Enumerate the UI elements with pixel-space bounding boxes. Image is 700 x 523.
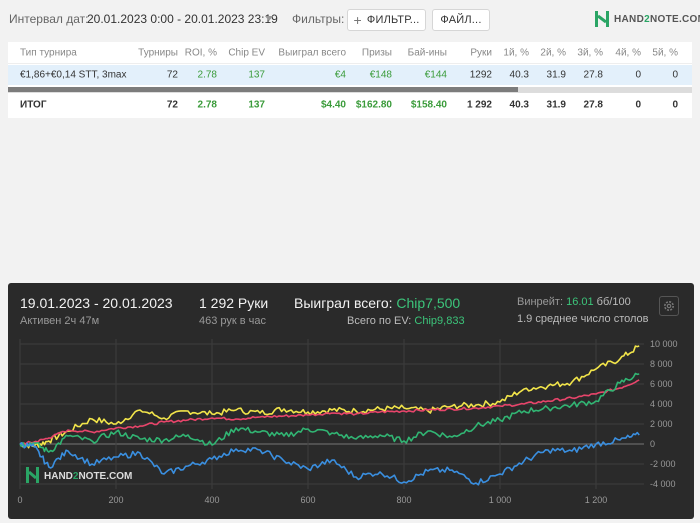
y-tick-label: -2 000 [650, 459, 676, 469]
interval-selector[interactable]: 20.01.2023 0:00 - 20.01.2023 23:19 [87, 12, 278, 26]
y-tick-label: 8 000 [650, 359, 673, 369]
watermark-text: HAND2NOTE.COM [44, 471, 132, 482]
total-1st: 40.3 [509, 99, 529, 110]
total-buyins: $158.40 [410, 99, 447, 110]
total-roi: 2.78 [197, 99, 217, 110]
cell-won-total: €4 [334, 69, 346, 81]
col-tournaments[interactable]: Турниры [138, 47, 178, 58]
graph-ev-total: Всего по EV: Chip9,833 [347, 315, 465, 327]
col-2nd[interactable]: 2й, % [540, 47, 566, 58]
profit-line-chart: 0 200 400 600 800 1 000 1 200 10 000 8 000 6 000… [17, 339, 678, 505]
total-label: ИТОГ [20, 99, 47, 110]
x-tick-label: 1 000 [489, 495, 512, 505]
col-hands[interactable]: Руки [470, 47, 492, 58]
total-prizes: $162.80 [355, 99, 392, 110]
col-buyins[interactable]: Бай-ины [408, 47, 447, 58]
x-axis-ticks: 0 200 400 600 800 1 000 1 200 [17, 495, 607, 505]
gear-icon [664, 301, 674, 311]
chart-grid [19, 339, 644, 489]
total-4th: 0 [635, 99, 641, 110]
col-1st[interactable]: 1й, % [503, 47, 529, 58]
filter-button-label: ФИЛЬТР... [366, 14, 420, 26]
filters-label: Фильтры: [292, 12, 345, 26]
graph-winrate: Винрейт: 16.01 бб/100 [517, 296, 631, 308]
total-hands: 1 292 [466, 99, 492, 110]
col-chip-ev[interactable]: Chip EV [228, 47, 265, 58]
col-4th[interactable]: 4й, % [615, 47, 641, 58]
settings-button[interactable] [659, 296, 679, 316]
cell-2nd: 31.9 [546, 69, 566, 81]
total-won: $4.40 [320, 99, 346, 110]
cell-roi: 2.78 [197, 69, 217, 81]
x-tick-label: 200 [108, 495, 123, 505]
cell-5th: 0 [672, 69, 678, 81]
total-5th: 0 [672, 99, 678, 110]
total-2nd: 31.9 [546, 99, 566, 110]
table-total-row: ИТОГ 72 2.78 137 $4.40 $162.80 $158.40 1… [8, 92, 692, 116]
top-bar: Интервал дат: 20.01.2023 0:00 - 20.01.20… [0, 0, 700, 38]
interval-label: Интервал дат: [9, 12, 89, 26]
cell-tournaments: 72 [166, 69, 178, 81]
table-row[interactable]: €1,86+€0,14 STT, 3max 72 2.78 137 €4 €14… [8, 65, 692, 85]
logo-text: HAND2NOTE.COM [614, 13, 700, 25]
col-prizes[interactable]: Призы [362, 47, 392, 58]
file-button-label: ФАЙЛ... [440, 14, 482, 26]
y-tick-label: 6 000 [650, 379, 673, 389]
x-tick-label: 1 200 [585, 495, 608, 505]
col-won-total[interactable]: Выиграл всего [278, 47, 346, 58]
col-tournament-type[interactable]: Тип турнира [20, 47, 77, 58]
cell-chip-ev: 137 [248, 69, 265, 81]
total-tournaments: 72 [166, 99, 178, 110]
y-tick-label: 2 000 [650, 419, 673, 429]
filter-button[interactable]: + ФИЛЬТР... [347, 9, 426, 31]
y-tick-label: 0 [650, 439, 655, 449]
y-axis-ticks: 10 000 8 000 6 000 4 000 2 000 0 -2 000 -4 000 [650, 339, 678, 489]
cell-3rd: 27.8 [583, 69, 603, 81]
x-tick-label: 600 [300, 495, 315, 505]
col-5th[interactable]: 5й, % [652, 47, 678, 58]
hand2note-logo: HAND2NOTE.COM [594, 9, 700, 29]
graph-date-range: 19.01.2023 - 20.01.2023 [20, 295, 173, 311]
y-tick-label: 10 000 [650, 339, 678, 349]
graph-active-time: Активен 2ч 47м [20, 315, 100, 327]
chevron-down-icon[interactable] [265, 16, 273, 21]
y-tick-label: -4 000 [650, 479, 676, 489]
graph-panel: 19.01.2023 - 20.01.2023 Активен 2ч 47м 1… [8, 283, 694, 519]
cell-4th: 0 [635, 69, 641, 81]
logo-icon [595, 11, 609, 27]
total-chip-ev: 137 [248, 99, 265, 110]
col-roi[interactable]: ROI, % [185, 47, 217, 58]
graph-tables-avg: 1.9 среднее число столов [517, 313, 649, 325]
series-line-0 [19, 345, 640, 449]
graph-hands-rate: 463 рук в час [199, 315, 267, 327]
cell-prizes: €148 [369, 69, 392, 81]
table-header-row: Тип турнира Турниры ROI, % Chip EV Выигр… [8, 42, 692, 64]
x-tick-label: 800 [396, 495, 411, 505]
x-tick-label: 400 [204, 495, 219, 505]
series-line-2 [19, 372, 640, 453]
cell-tournament-type: €1,86+€0,14 STT, 3max [20, 69, 127, 81]
graph-hands: 1 292 Руки [199, 295, 269, 311]
graph-won-total: Выиграл всего: Chip7,500 [294, 295, 461, 311]
cell-hands: 1292 [469, 69, 492, 81]
plus-icon: + [353, 12, 362, 28]
cell-1st: 40.3 [509, 69, 529, 81]
x-tick-label: 0 [17, 495, 22, 505]
file-button[interactable]: ФАЙЛ... [432, 9, 490, 31]
cell-buyins: €144 [424, 69, 447, 81]
col-3rd[interactable]: 3й, % [577, 47, 603, 58]
y-tick-label: 4 000 [650, 399, 673, 409]
stats-table: Тип турнира Турниры ROI, % Chip EV Выигр… [8, 42, 692, 118]
total-3rd: 27.8 [583, 99, 603, 110]
